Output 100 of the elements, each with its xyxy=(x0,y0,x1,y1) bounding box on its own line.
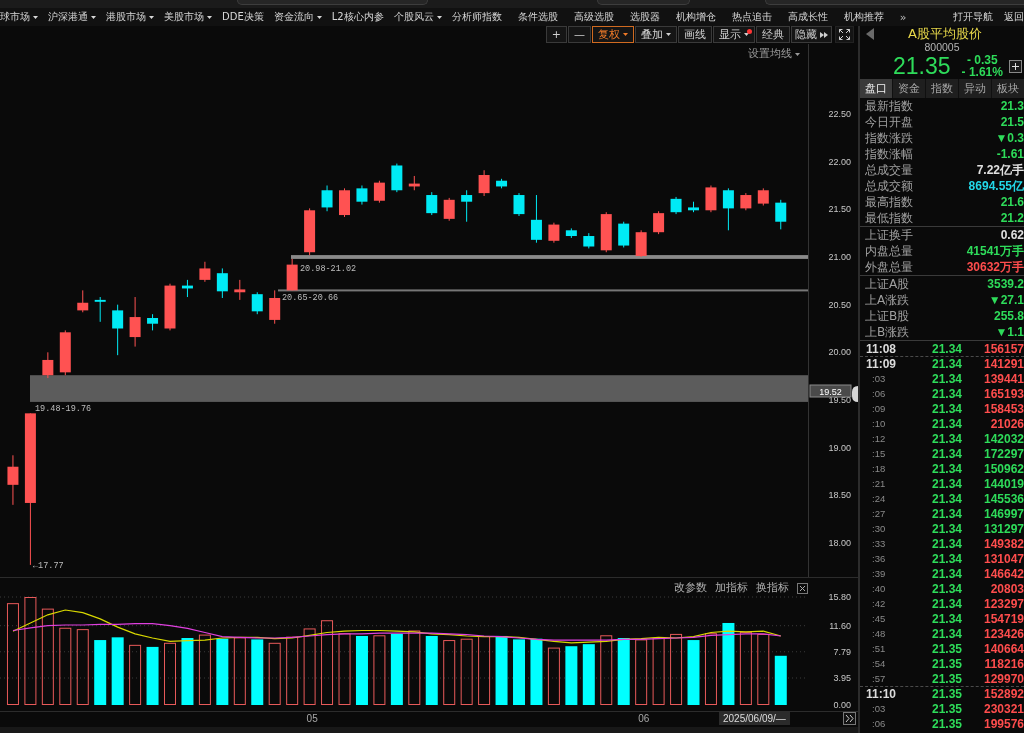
candle xyxy=(583,232,595,249)
menu-item[interactable]: L2核心内参 xyxy=(331,10,384,24)
candle xyxy=(373,180,385,204)
indicator-tool-button[interactable]: 改参数 xyxy=(674,581,707,595)
fullscreen-icon xyxy=(839,29,850,40)
menu-item[interactable]: 热点追击 xyxy=(731,10,772,24)
panel-tab[interactable]: 异动 xyxy=(959,79,991,98)
tick-time: :36 xyxy=(872,553,886,564)
candle xyxy=(234,279,246,301)
candle xyxy=(426,191,438,216)
more-button[interactable]: » xyxy=(899,10,907,24)
indicator-tool-button[interactable]: 加指标 xyxy=(715,581,748,595)
menu-item[interactable]: 美股市场 xyxy=(164,10,212,24)
ma-settings-button[interactable]: 设置均线 xyxy=(748,47,800,61)
tick-price: 21.35 xyxy=(932,671,964,686)
candle xyxy=(670,196,682,215)
toolbar-button[interactable]: + xyxy=(545,26,567,43)
indicator-tool-button[interactable]: 换指标 xyxy=(756,581,789,595)
candle xyxy=(443,197,455,222)
add-icon[interactable] xyxy=(1009,59,1022,73)
menu-item[interactable]: 球市场 xyxy=(0,10,38,24)
tick-volume: 123426 xyxy=(982,626,1024,641)
menu-item[interactable]: 选股器 xyxy=(629,10,660,24)
menu-item[interactable]: 机构推荐 xyxy=(843,10,884,24)
collapse-handle[interactable] xyxy=(852,386,858,402)
tick-price: 21.35 xyxy=(932,687,964,701)
tick-time: :10 xyxy=(872,418,886,429)
menu-item[interactable]: 高级选股 xyxy=(573,10,614,24)
menu-item[interactable]: 机构增仓 xyxy=(675,10,716,24)
price-axis-label: 18.50 xyxy=(828,490,851,501)
fullscreen-button[interactable] xyxy=(835,26,854,43)
tick-volume: 131297 xyxy=(982,521,1024,536)
volume-axis-label: 11.60 xyxy=(829,619,851,632)
quote-label: 上证换手 xyxy=(865,226,913,244)
tick-time: :24 xyxy=(872,493,886,504)
tick-volume: 230321 xyxy=(982,701,1024,716)
toolbar-button[interactable]: 隐藏 xyxy=(791,26,832,43)
menu-item[interactable]: 条件选股 xyxy=(517,10,558,24)
tick-price: 21.35 xyxy=(932,641,964,656)
tick-price: 21.34 xyxy=(932,416,964,431)
toolbar-button[interactable]: 经典 xyxy=(756,26,790,43)
panel-tab[interactable]: 板块 xyxy=(992,79,1024,98)
menu-item[interactable]: 港股市场 xyxy=(106,10,154,24)
close-icon[interactable] xyxy=(797,582,808,594)
menu-item[interactable]: 资金流向 xyxy=(273,10,322,24)
candle xyxy=(339,187,350,218)
candle xyxy=(757,187,769,206)
tick-price: 21.34 xyxy=(932,626,964,641)
double-chevron-icon[interactable] xyxy=(843,712,856,725)
candle xyxy=(478,169,490,197)
menu-item[interactable]: 高成长性 xyxy=(787,10,828,24)
tick-price: 21.34 xyxy=(932,611,964,626)
price-axis-label: 20.00 xyxy=(828,347,851,358)
tick-time: :40 xyxy=(872,583,886,594)
menu-item[interactable]: 个股风云 xyxy=(393,10,442,24)
toolbar-button[interactable]: 显示 xyxy=(713,26,755,43)
menu-item[interactable]: DDE决策 xyxy=(222,10,264,24)
toolbar-button[interactable]: 画线 xyxy=(678,26,712,43)
toolbar-button[interactable]: 叠加 xyxy=(635,26,677,43)
menu-item[interactable]: 沪深港通 xyxy=(48,10,96,24)
nav-button[interactable]: 返回 xyxy=(1004,10,1024,24)
candle xyxy=(496,178,508,189)
toolbar-button[interactable]: 复权 xyxy=(592,26,634,43)
quote-value: 21.5 xyxy=(1000,115,1024,129)
tick-price: 21.34 xyxy=(932,551,964,566)
candle xyxy=(321,185,333,212)
caret-icon xyxy=(744,33,749,36)
caret-icon xyxy=(666,33,671,36)
tick-time: :42 xyxy=(872,598,886,609)
tick-time: :30 xyxy=(872,523,886,534)
candle xyxy=(304,207,316,256)
toolbar-button[interactable]: — xyxy=(568,26,591,43)
tick-time: :15 xyxy=(872,448,886,459)
tick-price: 21.34 xyxy=(932,536,964,551)
quote-label: 最低指数 xyxy=(865,209,913,227)
quote-value: 30632万手 xyxy=(966,258,1024,276)
quote-label: 指数涨跌 xyxy=(865,129,913,147)
tick-time: :33 xyxy=(872,538,886,549)
panel-tab[interactable]: 指数 xyxy=(926,79,958,98)
tick-time: :06 xyxy=(872,718,886,729)
candle xyxy=(740,192,752,211)
quote-value: 0.62 xyxy=(1000,228,1024,242)
quote-value: ▼1.1 xyxy=(995,325,1024,339)
previous-icon[interactable] xyxy=(866,28,874,40)
candle xyxy=(164,283,176,331)
menu-item[interactable]: 分析师指数 xyxy=(451,10,502,24)
nav-button[interactable]: 打开导航 xyxy=(953,10,993,24)
tick-volume: 154719 xyxy=(982,611,1024,626)
tick-volume: 131047 xyxy=(982,551,1024,566)
panel-tab[interactable]: 盘口 xyxy=(860,79,892,98)
panel-tab[interactable]: 资金 xyxy=(893,79,925,98)
candle xyxy=(286,258,298,291)
tick-price: 21.35 xyxy=(932,656,964,671)
tick-price: 21.34 xyxy=(932,476,964,491)
volume-axis-label: 3.95 xyxy=(833,672,851,684)
tick-time: :48 xyxy=(872,628,886,639)
candle xyxy=(565,227,577,239)
volume-axis-label: 7.79 xyxy=(833,645,851,658)
tick-time: :57 xyxy=(872,673,886,684)
price-axis-label: 22.50 xyxy=(828,109,851,119)
